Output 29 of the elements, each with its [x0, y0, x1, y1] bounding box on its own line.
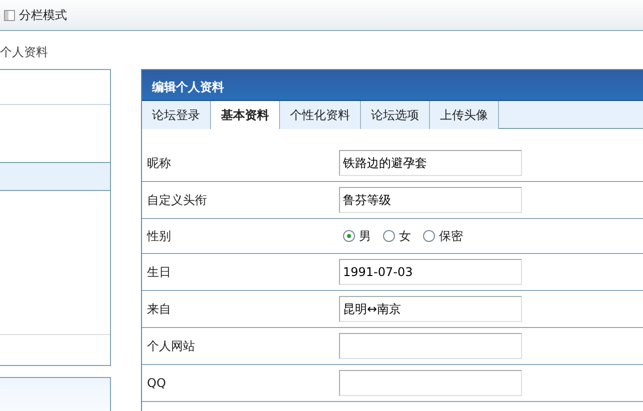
input-field[interactable]	[339, 333, 522, 359]
layout-mode-label[interactable]: 分栏模式	[19, 6, 67, 24]
radio-button[interactable]	[423, 230, 435, 242]
tab[interactable]: 上传头像	[430, 101, 499, 129]
field-label: QQ	[147, 376, 166, 390]
input-field[interactable]: 铁路边的避孕套	[339, 150, 522, 176]
breadcrumb: 个人资料	[0, 45, 48, 59]
field-label: 昵称	[147, 156, 171, 170]
field-label: 自定义头衔	[147, 193, 207, 207]
radio-label[interactable]: 保密	[439, 227, 463, 245]
input-field[interactable]: 鲁芬等级	[339, 187, 522, 213]
input-field[interactable]: 1991-07-03	[339, 259, 522, 285]
input-field[interactable]	[339, 370, 522, 396]
field-label: 来自	[147, 302, 171, 316]
field-label: 个人网站	[147, 339, 195, 353]
radio-button[interactable]	[343, 230, 355, 242]
radio-label[interactable]: 男	[359, 227, 371, 245]
tab[interactable]: 论坛选项	[361, 101, 430, 129]
layout-icon[interactable]	[4, 10, 15, 20]
radio-button[interactable]	[383, 230, 395, 242]
side-menu-item[interactable]	[0, 162, 110, 191]
radio-label[interactable]: 女	[399, 227, 411, 245]
tab[interactable]: 基本资料	[211, 101, 280, 129]
input-field[interactable]: 昆明↔南京	[339, 296, 522, 322]
tab[interactable]: 论坛登录	[142, 101, 211, 129]
field-label: 生日	[147, 265, 171, 279]
panel-title: 编辑个人资料	[152, 80, 224, 94]
tab[interactable]: 个性化资料	[280, 101, 361, 129]
field-label: 性别	[147, 229, 171, 243]
